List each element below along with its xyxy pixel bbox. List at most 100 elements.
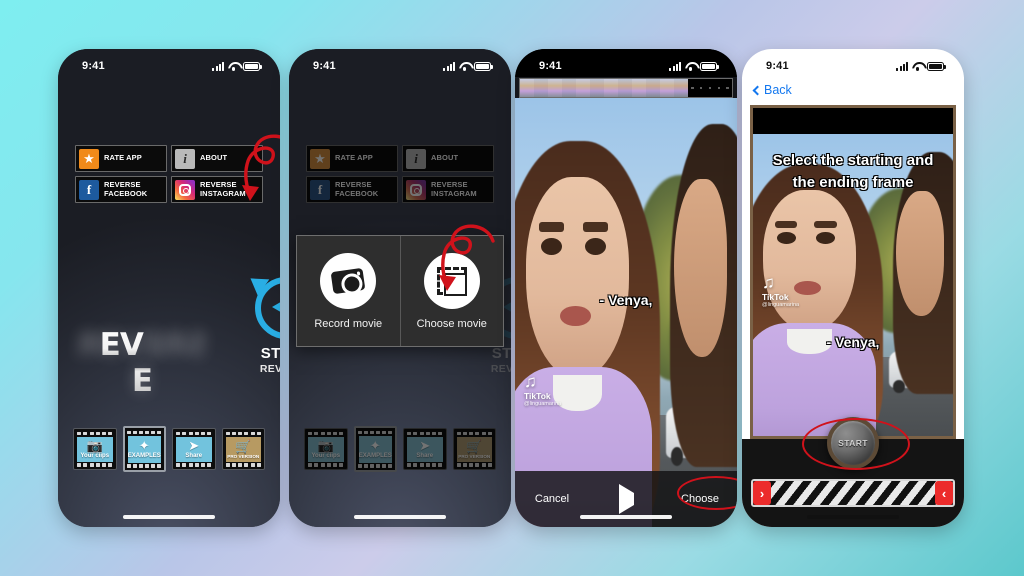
toolbar-pro-version[interactable]: 🛒 PRO VERSION [452, 428, 497, 470]
tiktok-note-icon: ♫ [524, 372, 537, 391]
video-preview-3[interactable]: ♫ TikTok @linguamarina - Venya, Cancel C… [515, 98, 737, 527]
video-preview-4[interactable]: Select the starting and the ending frame… [753, 134, 953, 436]
trim-slider[interactable]: › ‹ [751, 479, 955, 507]
toolbar-share[interactable]: ➤ Share [403, 428, 447, 470]
instagram-icon [406, 179, 426, 200]
toolbar-your-clips[interactable]: 📷 Your clips [73, 428, 117, 470]
back-label: Back [764, 83, 792, 97]
menu-label: RATE APP [104, 153, 142, 163]
start-label: START [260, 345, 280, 362]
app-logo: REVERSE [74, 327, 210, 399]
letterbox-bar [753, 108, 953, 134]
trim-handle-right[interactable]: ‹ [935, 481, 953, 505]
wifi-icon [912, 62, 923, 71]
video-caption-4: - Venya, [826, 334, 880, 350]
info-icon: i [175, 148, 195, 169]
rate-app-button[interactable]: ★ RATE APP [75, 145, 167, 172]
choose-movie-label: Choose movie [416, 317, 487, 330]
start-button[interactable]: START [827, 417, 879, 469]
toolbar-label: Share [416, 453, 434, 459]
facebook-icon: f [310, 179, 330, 200]
status-time: 9:41 [539, 60, 562, 72]
share-icon: ➤ [419, 438, 431, 453]
start-sublabel: REVERSE [259, 363, 280, 375]
choose-button[interactable]: Choose [663, 493, 737, 505]
toolbar-share[interactable]: ➤ Share [172, 428, 216, 470]
status-icons [669, 61, 719, 71]
signal-bars-icon [669, 61, 681, 71]
battery-icon [474, 61, 493, 71]
nav-bar-4: Back [742, 77, 964, 103]
video-frame-4: Select the starting and the ending frame… [750, 105, 956, 439]
trim-handle-left[interactable]: › [753, 481, 771, 505]
play-icon [618, 484, 634, 514]
camera-icon [320, 252, 377, 309]
photos-icon: 📷 [86, 438, 103, 453]
signal-bars-icon [212, 61, 224, 71]
toolbar-examples[interactable]: ✦ EXAMPLES [353, 426, 398, 472]
screenshot-stage: 9:41 ★ RATE APP i ABOUT f REVERSE FACEBOO… [0, 0, 1024, 576]
reverse-circle-icon [244, 270, 280, 339]
magic-wand-icon: ✦ [138, 438, 150, 453]
start-label: START [491, 345, 511, 362]
about-button[interactable]: i ABOUT [402, 145, 494, 172]
magic-wand-icon: ✦ [369, 438, 381, 453]
share-icon: ➤ [188, 438, 200, 453]
trim-controls-4: START › ‹ [742, 417, 964, 527]
instruction-line-1: Select the starting and [772, 152, 934, 169]
battery-icon [700, 61, 719, 71]
toolbar-label: PRO VERSION [227, 453, 260, 459]
toolbar-your-clips[interactable]: 📷 Your clips [304, 428, 348, 470]
instruction-line-2: the ending frame [792, 174, 914, 191]
home-indicator-3 [580, 515, 672, 519]
menu-label: REVERSE FACEBOOK [335, 179, 379, 198]
play-button[interactable] [589, 484, 663, 514]
status-time: 9:41 [313, 60, 336, 72]
app-logo-text: REVERSE [74, 327, 210, 399]
trim-range[interactable] [771, 481, 935, 505]
photos-icon: 📷 [317, 438, 334, 453]
battery-icon [927, 61, 946, 71]
toolbar-pro-version[interactable]: 🛒 PRO VERSION [221, 428, 266, 470]
status-bar-4: 9:41 [742, 49, 964, 77]
toolbar-label: EXAMPLES [358, 453, 392, 459]
home-indicator-1 [123, 515, 215, 519]
chevron-left-icon [752, 85, 763, 95]
status-bar-1: 9:41 [58, 49, 280, 77]
phone-mockup-2: 9:41 ★ RATE APP i ABOUT f REVERSE FACEBOO… [289, 49, 511, 527]
red-arrow-annotation-2 [439, 224, 495, 291]
reverse-facebook-button[interactable]: f REVERSE FACEBOOK [306, 176, 398, 203]
tiktok-note-icon: ♫ [762, 273, 775, 292]
instagram-icon [175, 179, 195, 200]
status-icons [896, 61, 946, 71]
phone-mockup-3: 9:41 ♫ TikTok @linguamarina - Venya, Can… [515, 49, 737, 527]
status-icons [443, 61, 493, 71]
bottom-toolbar-2: 📷 Your clips ✦ EXAMPLES ➤ Share 🛒 PRO VE… [304, 426, 497, 472]
person-primary [515, 140, 675, 527]
home-indicator-4 [807, 515, 899, 519]
back-button[interactable]: Back [752, 83, 792, 97]
red-arrow-annotation-1 [242, 134, 280, 201]
cart-icon: 🛒 [466, 438, 483, 454]
rate-app-button[interactable]: ★ RATE APP [306, 145, 398, 172]
phone-mockup-4: 9:41 Back Select the starting and the en… [742, 49, 964, 527]
video-caption-3: - Venya, [599, 292, 653, 308]
toolbar-label: PRO VERSION [458, 453, 491, 459]
cancel-button[interactable]: Cancel [515, 493, 589, 505]
status-bar-2: 9:41 [289, 49, 511, 77]
video-scene [515, 98, 737, 527]
bottom-toolbar-1: 📷 Your clips ✦ EXAMPLES ➤ Share 🛒 PRO VE… [73, 426, 266, 472]
start-reverse-button[interactable]: START REVERSE [238, 270, 280, 375]
wifi-icon [459, 62, 470, 71]
record-movie-option[interactable]: Record movie [297, 236, 400, 346]
menu-grid-2: ★ RATE APP i ABOUT f REVERSE FACEBOOK REV… [306, 145, 494, 203]
reverse-facebook-button[interactable]: f REVERSE FACEBOOK [75, 176, 167, 203]
reverse-instagram-button[interactable]: REVERSE INSTAGRAM [402, 176, 494, 203]
toolbar-examples[interactable]: ✦ EXAMPLES [122, 426, 167, 472]
battery-icon [243, 61, 262, 71]
frame-scrubber[interactable] [519, 78, 733, 98]
record-movie-label: Record movie [314, 317, 383, 330]
wifi-icon [685, 62, 696, 71]
tiktok-name: TikTok [524, 391, 551, 401]
tiktok-watermark-4: ♫ TikTok @linguamarina [762, 274, 799, 308]
